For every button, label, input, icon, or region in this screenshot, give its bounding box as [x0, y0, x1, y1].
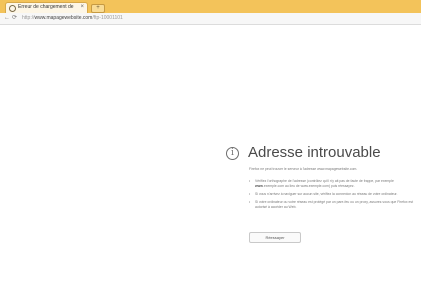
new-tab-button[interactable]: + [91, 4, 105, 13]
info-icon: i [226, 147, 239, 160]
suggestion-text: Si vous n'arrivez à naviguer sur aucun s… [255, 192, 398, 196]
error-page-content: i Adresse introuvable Firefox ne peut tr… [0, 25, 421, 282]
suggestion-text: .exemple.com au lieu de www.exemple.com)… [262, 184, 355, 188]
suggestion-item: • Si votre ordinateur ou votre réseau es… [249, 200, 419, 210]
url-bar[interactable]: http://www.mapagewebsite.com/ftp-1000110… [22, 15, 123, 22]
error-description: Firefox ne peut trouver le serveur à l'a… [249, 167, 358, 171]
url-host: www.mapagewebsite.com [34, 15, 93, 21]
url-scheme: http:// [22, 15, 35, 21]
error-title: Adresse introuvable [248, 144, 381, 161]
reload-icon[interactable]: ⟳ [12, 14, 17, 22]
browser-window: Erreur de chargement de la... × + ← ⟳ ht… [0, 0, 421, 282]
suggestion-text: Si votre ordinateur ou votre réseau est … [255, 200, 414, 209]
bullet-icon: • [249, 200, 251, 204]
close-icon[interactable]: × [80, 4, 84, 11]
suggestion-list: • Vérifiez l'orthographe de l'adresse (c… [249, 179, 419, 213]
back-icon[interactable]: ← [4, 14, 10, 22]
tab-title: Erreur de chargement de la... [18, 4, 75, 10]
bullet-icon: • [249, 179, 251, 183]
suggestion-emphasis: www [255, 184, 263, 188]
bullet-icon: • [249, 192, 251, 196]
tab-error-page[interactable]: Erreur de chargement de la... × [5, 2, 88, 13]
suggestion-item: • Si vous n'arrivez à naviguer sur aucun… [249, 192, 419, 197]
suggestion-item: • Vérifiez l'orthographe de l'adresse (c… [249, 179, 419, 189]
retry-button[interactable]: Réessayer [249, 232, 301, 243]
page-icon [9, 5, 16, 12]
navigation-toolbar: ← ⟳ http://www.mapagewebsite.com/ftp-100… [0, 13, 421, 25]
url-path: /ftp-10001101 [92, 15, 123, 21]
tab-strip: Erreur de chargement de la... × + [0, 0, 421, 13]
suggestion-text: Vérifiez l'orthographe de l'adresse (con… [255, 179, 394, 183]
